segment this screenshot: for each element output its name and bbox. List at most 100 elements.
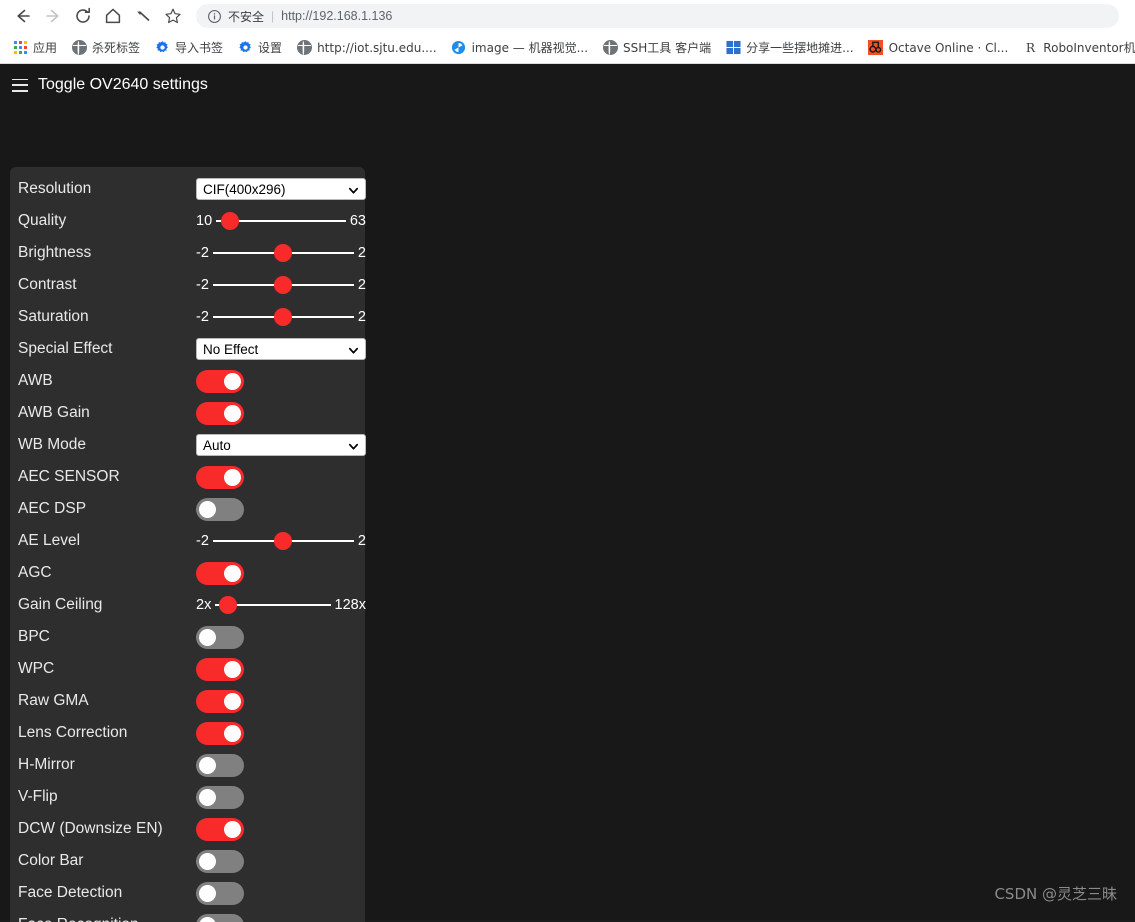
reload-button[interactable] (68, 2, 98, 30)
settings-row-control (196, 369, 357, 393)
toggle-face-detection[interactable] (196, 881, 244, 905)
settings-row-control (196, 721, 357, 745)
browser-toolbar: 不安全 | http://192.168.1.136 (0, 0, 1135, 32)
toggle-knob (224, 692, 241, 710)
toggle-raw-gma[interactable] (196, 689, 244, 713)
address-bar[interactable]: 不安全 | http://192.168.1.136 (196, 4, 1119, 28)
toggle-v-flip[interactable] (196, 785, 244, 809)
forward-button[interactable] (38, 2, 68, 30)
toggle-knob (199, 500, 216, 518)
apps-grid-icon (12, 40, 28, 56)
slider-contrast[interactable]: -2 2 (196, 276, 366, 294)
slider-track[interactable] (212, 532, 354, 550)
slider-track[interactable] (215, 596, 331, 614)
settings-row-label: Gain Ceiling (18, 596, 103, 613)
settings-row-control (196, 465, 357, 489)
bookmark-label: Octave Online · Cl... (888, 40, 1009, 55)
settings-row: BPC (10, 621, 365, 653)
slider-thumb[interactable] (219, 596, 237, 614)
settings-row-control (196, 817, 357, 841)
settings-row: DCW (Downsize EN) (10, 813, 365, 845)
settings-row: Color Bar (10, 845, 365, 877)
bookmark-item-ssh-client[interactable]: SSH工具 客户端 (596, 36, 717, 60)
toggle-knob (224, 468, 241, 486)
settings-row-control (196, 657, 357, 681)
settings-row: AWB Gain (10, 397, 365, 429)
slider-gain-ceiling[interactable]: 2x 128x (196, 596, 366, 614)
settings-row-control: 2x 128x (196, 596, 366, 614)
bookmark-item-share-stall[interactable]: 分享一些摆地摊进... (719, 36, 859, 60)
toggle-lens-correction[interactable] (196, 721, 244, 745)
toggle-face-recognition[interactable] (196, 913, 244, 922)
toggle-h-mirror[interactable] (196, 753, 244, 777)
bookmark-item-image-vision[interactable]: image — 机器视觉... (445, 36, 594, 60)
toggle-settings-header[interactable]: Toggle OV2640 settings (0, 64, 1135, 104)
reload-icon (73, 6, 93, 26)
slider-quality[interactable]: 10 63 (196, 212, 366, 230)
select-wb-mode[interactable]: Auto (196, 434, 366, 456)
slider-track[interactable] (212, 276, 354, 294)
toggle-awb-gain[interactable] (196, 401, 244, 425)
toggle-knob (224, 660, 241, 678)
slider-saturation[interactable]: -2 2 (196, 308, 366, 326)
bookmark-label: 应用 (33, 41, 58, 55)
slider-thumb[interactable] (274, 532, 293, 550)
settings-row-label: H-Mirror (18, 756, 75, 773)
slider-track[interactable] (212, 308, 354, 326)
settings-row-label: Quality (18, 212, 67, 229)
slider-thumb[interactable] (274, 276, 293, 294)
bookmark-item-roboinventor[interactable]: R RoboInventor机 (1016, 36, 1135, 60)
slider-track[interactable] (212, 244, 354, 262)
undo-icon (133, 6, 153, 26)
chinese-blue-icon (725, 40, 741, 56)
toggle-aec-sensor[interactable] (196, 465, 244, 489)
slider-track[interactable] (216, 212, 346, 230)
toggle-knob (224, 724, 241, 742)
bookmark-label: 导入书签 (175, 41, 224, 55)
undo-button[interactable] (128, 2, 158, 30)
settings-row-label: Lens Correction (18, 724, 128, 741)
slider-ae-level[interactable]: -2 2 (196, 532, 366, 550)
settings-row-label: Resolution (18, 180, 92, 197)
toggle-knob (199, 884, 216, 902)
slider-max-label: 63 (349, 213, 366, 229)
settings-row: AEC SENSOR (10, 461, 365, 493)
toggle-color-bar[interactable] (196, 849, 244, 873)
slider-thumb[interactable] (274, 244, 293, 262)
bookmark-item-apps[interactable]: 应用 (6, 36, 63, 60)
settings-row-label: Contrast (18, 276, 77, 293)
slider-brightness[interactable]: -2 2 (196, 244, 366, 262)
toggle-knob (224, 404, 241, 422)
select-resolution[interactable]: CIF(400x296) (196, 178, 366, 200)
settings-row: AGC (10, 557, 365, 589)
slider-max-label: 2 (357, 533, 366, 549)
select-special-effect[interactable]: No Effect (196, 338, 366, 360)
toggle-bpc[interactable] (196, 625, 244, 649)
bookmark-item-import-bookmarks[interactable]: 导入书签 (148, 36, 229, 60)
settings-row-control (196, 561, 357, 585)
slider-thumb[interactable] (274, 308, 293, 326)
bookmark-item-kill-tabs[interactable]: 杀死标签 (65, 36, 146, 60)
bookmark-star-button[interactable] (158, 2, 188, 30)
toggle-aec-dsp[interactable] (196, 497, 244, 521)
url-text: http://192.168.1.136 (281, 9, 393, 23)
info-circle-icon[interactable] (206, 8, 222, 24)
bookmark-item-settings[interactable]: 设置 (231, 36, 288, 60)
camera-settings-page: Toggle OV2640 settings Resolution CIF(400… (0, 64, 1135, 922)
toggle-awb[interactable] (196, 369, 244, 393)
toggle-dcw-downsize-en-[interactable] (196, 817, 244, 841)
toggle-knob (199, 852, 216, 870)
home-button[interactable] (98, 2, 128, 30)
settings-row-control (196, 625, 357, 649)
toggle-agc[interactable] (196, 561, 244, 585)
bookmark-item-iot-sjtu[interactable]: http://iot.sjtu.edu.... (290, 36, 443, 60)
bookmark-item-octave-online[interactable]: Octave Online · Cl... (862, 36, 1015, 60)
settings-row: Contrast -2 2 (10, 269, 366, 301)
toggle-wpc[interactable] (196, 657, 244, 681)
slider-thumb[interactable] (221, 212, 240, 230)
watermark: CSDN @灵芝三昧 (994, 885, 1117, 903)
slider-max-label: 2 (357, 245, 366, 261)
back-button[interactable] (8, 2, 38, 30)
hamburger-icon[interactable] (12, 78, 28, 92)
select-value: CIF(400x296) (203, 181, 286, 197)
